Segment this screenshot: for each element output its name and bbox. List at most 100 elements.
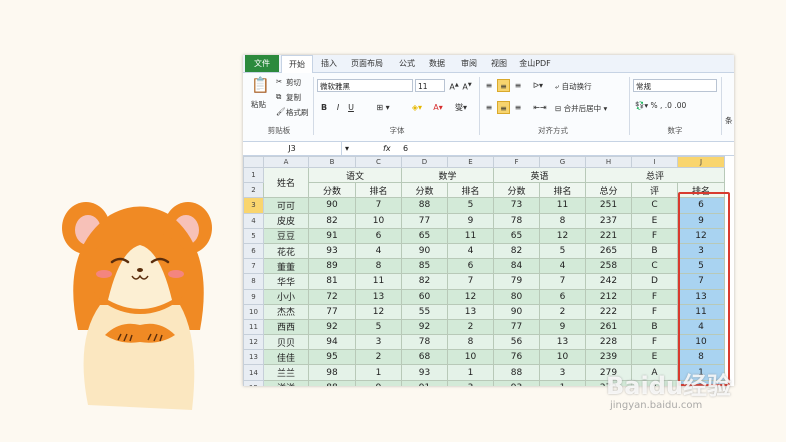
cell[interactable]: 7	[539, 273, 586, 290]
tab-page-layout[interactable]: 页面布局	[345, 55, 389, 72]
name-box[interactable]: J3	[243, 142, 342, 155]
cell[interactable]: E	[631, 212, 678, 229]
cell[interactable]: 78	[493, 212, 540, 229]
paste-button[interactable]: 粘贴	[251, 99, 266, 110]
cell-english-header[interactable]: 英语	[493, 166, 586, 184]
row-number[interactable]: 3	[243, 197, 264, 214]
underline-icon[interactable]: U	[346, 101, 356, 114]
cell[interactable]: 242	[585, 273, 632, 290]
cell[interactable]: 212	[585, 288, 632, 305]
cell[interactable]: 90	[308, 197, 356, 214]
cell[interactable]: 7	[447, 273, 494, 290]
cell[interactable]: 56	[493, 334, 540, 351]
cell[interactable]: 4	[355, 242, 402, 260]
cell[interactable]: 77	[308, 303, 356, 320]
cell[interactable]: 佳佳	[263, 349, 309, 366]
cell[interactable]: 8	[447, 334, 494, 351]
cell[interactable]: 85	[401, 258, 448, 275]
cell[interactable]: 华华	[263, 273, 309, 290]
cell[interactable]: 3	[355, 334, 402, 351]
font-name-select[interactable]: 微软雅黑	[317, 79, 413, 92]
cell[interactable]: 1	[539, 379, 586, 386]
align-center-icon[interactable]: ≡	[497, 101, 510, 114]
tab-review[interactable]: 审阅	[455, 55, 483, 72]
align-bottom-icon[interactable]: ≡	[512, 79, 524, 92]
cell[interactable]: 77	[493, 318, 540, 336]
cell[interactable]: 222	[585, 303, 632, 320]
tab-home[interactable]: 开始	[281, 55, 313, 74]
cell[interactable]: 5	[539, 242, 586, 260]
cell[interactable]: 豆豆	[263, 227, 309, 244]
cell[interactable]: B	[631, 318, 678, 336]
tab-formulas[interactable]: 公式	[393, 55, 421, 72]
formula-input[interactable]: 6	[403, 142, 408, 155]
cell[interactable]: 251	[585, 197, 632, 214]
cell-subheader[interactable]: 排名	[355, 182, 402, 199]
cell[interactable]: F	[631, 334, 678, 351]
align-left-icon[interactable]: ≡	[483, 101, 495, 114]
font-size-select[interactable]: 11	[415, 79, 445, 92]
cell[interactable]: 90	[401, 242, 448, 260]
tab-insert[interactable]: 插入	[315, 55, 343, 72]
cell[interactable]: 81	[308, 273, 356, 290]
cell[interactable]: 4	[447, 242, 494, 260]
merge-center-button[interactable]: ⊟ 合并后居中 ▾	[555, 103, 607, 114]
tab-pdf[interactable]: 金山PDF	[515, 55, 555, 72]
cell[interactable]: C	[631, 197, 678, 214]
cell[interactable]: 3	[539, 364, 586, 381]
cell[interactable]: 95	[308, 349, 356, 366]
cell[interactable]: 7	[355, 197, 402, 214]
cell[interactable]: 13	[539, 334, 586, 351]
row-number[interactable]: 14	[243, 364, 264, 381]
cell[interactable]: 88	[308, 379, 356, 386]
cell[interactable]: 2	[355, 349, 402, 366]
cell-subheader[interactable]: 排名	[447, 182, 494, 199]
cell[interactable]: 88	[401, 197, 448, 214]
cell[interactable]: 72	[308, 288, 356, 305]
cell[interactable]: B	[631, 242, 678, 260]
cell[interactable]: 89	[308, 258, 356, 275]
column-header[interactable]: C	[355, 156, 402, 168]
cell[interactable]: 12	[539, 227, 586, 244]
format-painter-button[interactable]: 格式刷	[286, 107, 309, 118]
column-header[interactable]: A	[263, 156, 309, 168]
dropdown-icon[interactable]: ▾	[345, 142, 349, 155]
cell[interactable]: 79	[493, 273, 540, 290]
cell[interactable]: 258	[585, 258, 632, 275]
tab-view[interactable]: 视图	[485, 55, 513, 72]
cell[interactable]: 杰杰	[263, 303, 309, 320]
cell[interactable]: 91	[401, 379, 448, 386]
cut-button[interactable]: 剪切	[286, 77, 301, 88]
cell[interactable]: 11	[447, 227, 494, 244]
align-top-icon[interactable]: ≡	[483, 79, 495, 92]
cell[interactable]: 93	[401, 364, 448, 381]
column-header[interactable]: F	[493, 156, 540, 168]
cell[interactable]: 12	[355, 303, 402, 320]
cell[interactable]: 6	[539, 288, 586, 305]
row-number[interactable]: 6	[243, 242, 264, 260]
cell[interactable]: 92	[401, 318, 448, 336]
orientation-icon[interactable]: ᐅ▾	[530, 79, 546, 92]
column-header-selected[interactable]: J	[677, 156, 725, 168]
cell[interactable]: 贝贝	[263, 334, 309, 351]
cell[interactable]: E	[631, 349, 678, 366]
cell[interactable]: 9	[355, 379, 402, 386]
row-number[interactable]: 2	[243, 182, 264, 199]
cell-subheader[interactable]: 分数	[493, 182, 540, 199]
select-all-corner[interactable]	[243, 156, 264, 168]
column-header[interactable]: H	[585, 156, 632, 168]
phonetic-icon[interactable]: 燮▾	[451, 101, 471, 114]
cell[interactable]: 93	[308, 242, 356, 260]
column-header[interactable]: G	[539, 156, 586, 168]
cell[interactable]: 2	[539, 303, 586, 320]
shrink-font-icon[interactable]: A▼	[461, 79, 473, 92]
italic-icon[interactable]: I	[333, 101, 343, 114]
cell[interactable]: 77	[401, 212, 448, 229]
number-format-icons[interactable]: 💱▾ % , .0 .00	[635, 101, 686, 110]
cell[interactable]: 9	[447, 212, 494, 229]
copy-icon[interactable]: ⧉	[276, 92, 281, 102]
cell[interactable]: 10	[355, 212, 402, 229]
cell[interactable]: 65	[401, 227, 448, 244]
cell[interactable]: F	[631, 227, 678, 244]
cell[interactable]: 228	[585, 334, 632, 351]
